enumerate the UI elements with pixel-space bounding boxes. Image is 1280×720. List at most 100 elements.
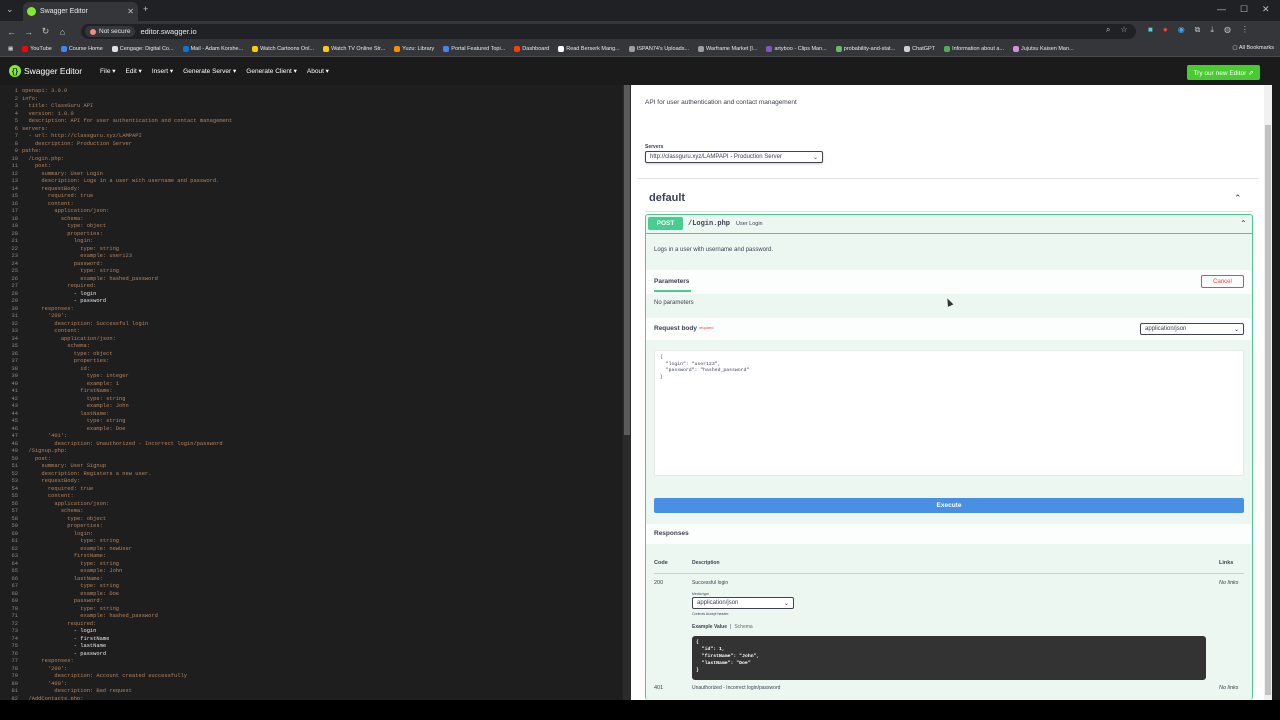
media-type-select[interactable]: application/json ⌄	[692, 597, 794, 609]
bookmark-item[interactable]: Cengage: Digital Co...	[111, 46, 174, 52]
line-code: firstName:	[22, 553, 107, 559]
menu-item[interactable]: Edit ▾	[126, 67, 142, 75]
line-code: password:	[22, 260, 103, 267]
preview-scrollbar[interactable]	[1264, 85, 1272, 700]
line-code: example: hashed_password	[22, 613, 158, 619]
line-code: description: Account created successfull…	[22, 673, 187, 679]
bookmark-item[interactable]: Portal Featured Topi...	[443, 46, 505, 52]
menu-item[interactable]: Insert ▾	[152, 67, 173, 75]
back-icon[interactable]: ←	[3, 27, 20, 37]
line-code: type: string	[22, 538, 120, 544]
browser-tab[interactable]: Swagger Editor ✕	[23, 2, 138, 21]
home-icon[interactable]: ⌂	[54, 27, 71, 37]
no-parameters-text: No parameters	[654, 300, 694, 306]
line-code: properties:	[22, 230, 103, 237]
swagger-logo-text: Swagger Editor	[24, 66, 83, 76]
bookmark-label: Cengage: Digital Co...	[119, 46, 174, 52]
bookmark-item[interactable]: ChatGPT	[904, 46, 935, 52]
cancel-button[interactable]: Cancel	[1201, 275, 1244, 288]
servers-select[interactable]: http://classguru.xyz/LAMPAPI - Productio…	[645, 151, 823, 163]
bookmark-item[interactable]: probability-and-stat...	[835, 46, 895, 52]
section-title[interactable]: default	[649, 192, 685, 204]
maximize-icon[interactable]: ☐	[1240, 4, 1248, 15]
zoom-icon[interactable]: ⌕	[1106, 25, 1110, 35]
apps-icon[interactable]: ▦	[8, 46, 13, 52]
menu-item[interactable]: Generate Client ▾	[246, 67, 297, 75]
line-code: - password	[22, 298, 107, 304]
preview-scrollbar-thumb[interactable]	[1265, 125, 1271, 695]
menu-item[interactable]: About ▾	[307, 67, 329, 75]
execute-button[interactable]: Execute	[654, 498, 1244, 513]
url-text[interactable]: editor.swagger.io	[140, 27, 196, 36]
swagger-logo[interactable]: {} Swagger Editor	[9, 65, 93, 77]
bookmark-item[interactable]: Watch Cartoons Onl...	[252, 46, 314, 52]
bookmark-item[interactable]: Dashboard	[514, 46, 549, 52]
bookmark-item[interactable]: Course Home	[60, 46, 103, 52]
forward-icon[interactable]: →	[20, 27, 37, 37]
line-code: lastName:	[22, 410, 110, 417]
divider	[645, 211, 1253, 212]
close-window-icon[interactable]: ✕	[1262, 4, 1270, 15]
bookmark-item[interactable]: Jujutsu Kaisen Man...	[1013, 46, 1074, 52]
extension-icon[interactable]: ■	[1148, 25, 1153, 35]
bookmark-star-icon[interactable]: ☆	[1120, 25, 1127, 35]
bookmark-label: Mail - Adam Korshe...	[190, 46, 244, 52]
responses-header	[646, 524, 1252, 544]
extensions-puzzle-icon[interactable]: ⧉	[1195, 25, 1201, 35]
download-icon[interactable]: ⤓	[1210, 25, 1214, 35]
line-code: content:	[22, 328, 81, 334]
bookmark-item[interactable]: Yuzu: Library	[394, 46, 434, 52]
profile-avatar-icon[interactable]: ◍	[1224, 25, 1231, 35]
line-code: - lastName	[22, 643, 107, 649]
all-bookmarks[interactable]: ▢ All Bookmarks	[1232, 45, 1274, 51]
browser-menu-icon[interactable]: ⋮	[1241, 25, 1249, 35]
extension-icon[interactable]: ●	[1163, 25, 1168, 35]
tab-schema[interactable]: Schema	[734, 624, 752, 630]
bookmark-item[interactable]: Mail - Adam Korshe...	[182, 46, 244, 52]
yaml-editor[interactable]: 1 openapi: 3.0.0 2 info: 3 title: ClassGuru …	[0, 85, 622, 700]
col-links: Links	[1219, 560, 1234, 566]
tab-search-icon[interactable]: ⌄	[6, 4, 14, 15]
line-code: description: Unauthorized - Incorrect lo…	[22, 440, 223, 447]
editor-scrollbar[interactable]	[623, 85, 631, 700]
bookmark-item[interactable]: Information about a...	[944, 46, 1004, 52]
chevron-down-icon: ⌄	[812, 154, 818, 161]
try-new-editor-button[interactable]: Try our new Editor ⇗	[1187, 65, 1260, 80]
bookmark-item[interactable]: ISPAN74's Uploads...	[628, 46, 689, 52]
content-type-select[interactable]: application/json ⌄	[1140, 323, 1244, 335]
chevron-down-icon: ⌄	[783, 600, 789, 607]
bookmark-item[interactable]: Watch TV Online Str...	[323, 46, 385, 52]
line-code: type: string	[22, 268, 120, 274]
menu-item[interactable]: File ▾	[100, 67, 116, 75]
tab-parameters[interactable]: Parameters	[654, 278, 689, 285]
tab-underline	[654, 290, 691, 292]
chevron-up-icon[interactable]: ⌃	[1240, 219, 1247, 228]
bookmark-item[interactable]: Read Berserk Mang...	[558, 46, 620, 52]
tab-example-value[interactable]: Example Value	[692, 624, 727, 630]
new-tab-icon[interactable]: +	[143, 4, 148, 14]
request-body-editor[interactable]: { "login": "user123", "password": "hashe…	[654, 350, 1244, 476]
address-bar[interactable]: Not secure editor.swagger.io	[81, 24, 1136, 39]
swagger-favicon-icon	[27, 7, 36, 16]
media-type-value: application/json	[697, 600, 739, 606]
reload-icon[interactable]: ↻	[37, 26, 54, 37]
bookmark-favicon-icon	[252, 46, 259, 52]
extension-icon[interactable]: ◉	[1178, 25, 1185, 35]
bookmark-item[interactable]: artyboo - Clips Man...	[766, 46, 827, 52]
editor-scrollbar-thumb[interactable]	[624, 85, 630, 435]
line-code: type: string	[22, 395, 126, 402]
line-code: type: object	[22, 515, 107, 522]
menu-item[interactable]: Generate Server ▾	[183, 67, 236, 75]
bookmark-favicon-icon	[182, 46, 189, 52]
bookmark-item[interactable]: YouTube	[22, 46, 52, 52]
line-code: summary: User Login	[22, 170, 103, 177]
bookmark-item[interactable]: Warframe Market [I...	[698, 46, 757, 52]
line-code: /Signup.php:	[22, 448, 68, 454]
line-code: required:	[22, 620, 97, 627]
minimize-icon[interactable]: —	[1217, 4, 1226, 14]
not-secure-badge[interactable]: Not secure	[85, 26, 136, 37]
close-tab-icon[interactable]: ✕	[127, 7, 134, 16]
chevron-up-icon[interactable]: ⌃	[1234, 193, 1242, 204]
window-edge	[1272, 57, 1280, 700]
operation-summary[interactable]: POST /Login.php User Login	[645, 214, 1253, 234]
